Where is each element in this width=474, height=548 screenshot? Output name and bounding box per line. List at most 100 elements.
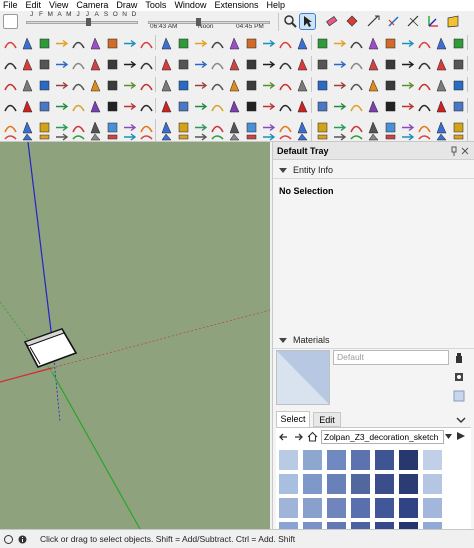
toolbar-tool-icon[interactable]: [88, 99, 103, 114]
material-swatch[interactable]: [351, 450, 370, 470]
paint-bucket-icon[interactable]: [344, 14, 359, 29]
menu-tools[interactable]: Tools: [142, 0, 171, 11]
toolbar-tool-icon[interactable]: [434, 36, 449, 51]
toolbar-tool-icon[interactable]: [332, 99, 347, 114]
toolbar-tool-icon[interactable]: [159, 132, 174, 141]
chevron-down-icon[interactable]: [445, 434, 452, 440]
menu-edit[interactable]: Edit: [23, 0, 47, 11]
toolbar-tool-icon[interactable]: [295, 36, 310, 51]
sample-paint-icon[interactable]: [453, 370, 465, 382]
material-swatch[interactable]: [279, 498, 298, 518]
toolbar-tool-icon[interactable]: [278, 99, 293, 114]
toolbar-tool-icon[interactable]: [315, 132, 330, 141]
toolbar-tool-icon[interactable]: [278, 57, 293, 72]
toolbar-tool-icon[interactable]: [451, 57, 466, 72]
toolbar-tool-icon[interactable]: [315, 57, 330, 72]
menu-extensions[interactable]: Extensions: [211, 0, 263, 11]
toolbar-tool-icon[interactable]: [54, 99, 69, 114]
axes-icon[interactable]: [426, 14, 441, 29]
toolbar-tool-icon[interactable]: [159, 99, 174, 114]
toolbar-tool-icon[interactable]: [366, 132, 381, 141]
toolbar-tool-icon[interactable]: [210, 132, 225, 141]
eraser-icon[interactable]: [324, 14, 339, 29]
toolbar-tool-icon[interactable]: [417, 78, 432, 93]
toolbar-tool-icon[interactable]: [315, 99, 330, 114]
toolbar-tool-icon[interactable]: [332, 132, 347, 141]
toolbar-tool-icon[interactable]: [349, 57, 364, 72]
material-swatch[interactable]: [399, 450, 418, 470]
toolbar-tool-icon[interactable]: [383, 36, 398, 51]
material-swatch[interactable]: [303, 498, 322, 518]
protractor-icon[interactable]: [406, 14, 421, 29]
toolbar-tool-icon[interactable]: [210, 78, 225, 93]
material-swatch[interactable]: [423, 522, 442, 529]
toolbar-tool-icon[interactable]: [176, 132, 191, 141]
toolbar-tool-icon[interactable]: [193, 78, 208, 93]
material-swatch[interactable]: [423, 450, 442, 470]
toolbar-tool-icon[interactable]: [193, 57, 208, 72]
toolbar-tool-icon[interactable]: [54, 36, 69, 51]
toolbar-tool-icon[interactable]: [434, 57, 449, 72]
toolbar-tool-icon[interactable]: [400, 36, 415, 51]
info-icon[interactable]: [18, 535, 27, 544]
toolbar-tool-icon[interactable]: [88, 57, 103, 72]
toolbar-tool-icon[interactable]: [176, 36, 191, 51]
close-icon[interactable]: [461, 146, 469, 156]
toolbar-tool-icon[interactable]: [122, 99, 137, 114]
toolbar-tool-icon[interactable]: [54, 57, 69, 72]
material-swatch[interactable]: [327, 474, 346, 494]
toolbar-tool-icon[interactable]: [193, 132, 208, 141]
toolbar-tool-icon[interactable]: [139, 99, 154, 114]
toolbar-tool-icon[interactable]: [71, 99, 86, 114]
toolbar-tool-icon[interactable]: [105, 132, 120, 141]
geo-location-icon[interactable]: [4, 535, 13, 544]
toolbar-tool-icon[interactable]: [417, 99, 432, 114]
toolbar-tool-icon[interactable]: [122, 78, 137, 93]
shadow-toggle-icon[interactable]: [3, 14, 18, 29]
toolbar-tool-icon[interactable]: [366, 36, 381, 51]
toolbar-tool-icon[interactable]: [278, 36, 293, 51]
toolbar-tool-icon[interactable]: [261, 78, 276, 93]
toolbar-tool-icon[interactable]: [3, 132, 18, 141]
toolbar-tool-icon[interactable]: [451, 132, 466, 141]
toolbar-tool-icon[interactable]: [37, 57, 52, 72]
toolbar-tool-icon[interactable]: [176, 57, 191, 72]
toolbar-tool-icon[interactable]: [227, 132, 242, 141]
toolbar-tool-icon[interactable]: [139, 57, 154, 72]
menu-view[interactable]: View: [46, 0, 73, 11]
toolbar-tool-icon[interactable]: [349, 78, 364, 93]
toolbar-tool-icon[interactable]: [244, 57, 259, 72]
toolbar-tool-icon[interactable]: [105, 36, 120, 51]
toolbar-tool-icon[interactable]: [210, 99, 225, 114]
collection-details-icon[interactable]: [455, 430, 467, 442]
material-swatch[interactable]: [303, 522, 322, 529]
material-swatch[interactable]: [423, 498, 442, 518]
month-slider[interactable]: [26, 21, 138, 24]
toolbar-tool-icon[interactable]: [20, 78, 35, 93]
home-icon[interactable]: [307, 431, 318, 442]
toolbar-tool-icon[interactable]: [227, 99, 242, 114]
toolbar-tool-icon[interactable]: [417, 132, 432, 141]
material-swatch[interactable]: [279, 474, 298, 494]
toolbar-tool-icon[interactable]: [139, 78, 154, 93]
toolbar-tool-icon[interactable]: [244, 36, 259, 51]
toolbar-tool-icon[interactable]: [366, 57, 381, 72]
toolbar-tool-icon[interactable]: [139, 36, 154, 51]
toolbar-tool-icon[interactable]: [261, 57, 276, 72]
toolbar-tool-icon[interactable]: [159, 36, 174, 51]
toolbar-tool-icon[interactable]: [159, 78, 174, 93]
material-swatch[interactable]: [351, 474, 370, 494]
material-swatch[interactable]: [327, 498, 346, 518]
toolbar-tool-icon[interactable]: [332, 36, 347, 51]
toolbar-tool-icon[interactable]: [244, 132, 259, 141]
toolbar-tool-icon[interactable]: [278, 78, 293, 93]
menu-help[interactable]: Help: [263, 0, 290, 11]
toolbar-tool-icon[interactable]: [417, 57, 432, 72]
tab-edit[interactable]: Edit: [313, 412, 341, 427]
toolbar-tool-icon[interactable]: [88, 36, 103, 51]
materials-header[interactable]: Materials: [273, 332, 474, 349]
toolbar-tool-icon[interactable]: [210, 36, 225, 51]
toolbar-tool-icon[interactable]: [20, 132, 35, 141]
toolbar-tool-icon[interactable]: [210, 57, 225, 72]
material-swatch[interactable]: [303, 474, 322, 494]
